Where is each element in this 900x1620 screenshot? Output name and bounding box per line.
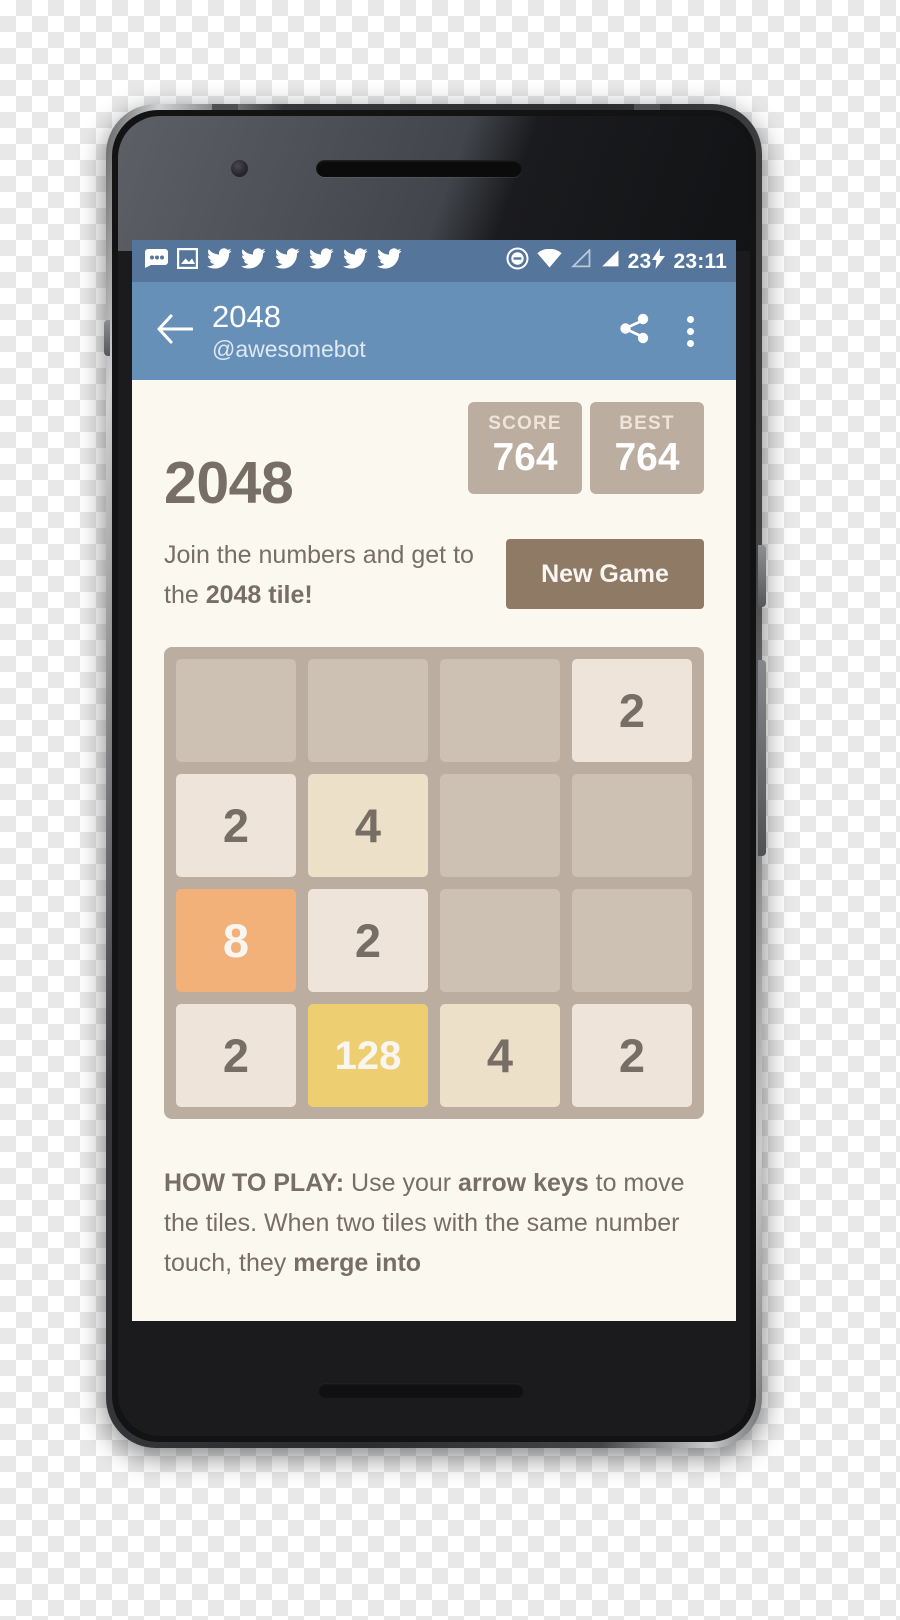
board-cell-r1c3[interactable] xyxy=(572,774,692,877)
game-title: 2048 xyxy=(164,450,294,516)
twitter-icon xyxy=(309,248,334,274)
best-value: 764 xyxy=(614,436,680,479)
best-label: BEST xyxy=(619,413,675,434)
board-cell-r1c2[interactable] xyxy=(440,774,560,877)
left-side-button[interactable] xyxy=(104,320,110,356)
image-icon xyxy=(176,247,199,274)
app-bar-title: 2048 xyxy=(212,299,281,334)
game-board-wrapper: 2 2 4 8 2 2 128 4 2 xyxy=(132,615,736,1119)
lightning-bolt-icon xyxy=(652,248,666,274)
status-bar-system-icons: 23 23:11 xyxy=(506,247,727,275)
game-intro-row: Join the numbers and get to the 2048 til… xyxy=(132,513,736,615)
game-board[interactable]: 2 2 4 8 2 2 128 4 2 xyxy=(164,647,704,1119)
glass-reflection xyxy=(118,116,750,251)
board-cell-r0c0[interactable] xyxy=(176,659,296,762)
game-heading-row: 2048 SCORE 764 BEST 764 xyxy=(132,402,736,513)
status-bar: 23 23:11 xyxy=(132,240,736,282)
how-to-play-text: HOW TO PLAY: Use your arrow keys to move… xyxy=(132,1119,736,1283)
board-cell-r0c2[interactable] xyxy=(440,659,560,762)
back-arrow-icon xyxy=(156,313,194,349)
score-value: 764 xyxy=(492,436,558,479)
phone-screen: 23 23:11 2048 @awesomebot 2048 SCORE 764… xyxy=(132,240,736,1321)
battery-status: 23 xyxy=(628,248,666,274)
twitter-icon xyxy=(275,248,300,274)
game-tagline: Join the numbers and get to the 2048 til… xyxy=(164,535,506,615)
board-cell-r1c0[interactable]: 2 xyxy=(176,774,296,877)
overflow-menu-icon xyxy=(686,315,694,347)
messages-icon xyxy=(145,249,168,273)
wifi-icon xyxy=(537,248,562,273)
how-to-play-text-a: Use your xyxy=(344,1169,459,1197)
back-button[interactable] xyxy=(146,303,202,359)
best-score-box: BEST 764 xyxy=(590,402,704,494)
board-cell-r0c1[interactable] xyxy=(308,659,428,762)
app-bar-titles: 2048 @awesomebot xyxy=(202,299,606,363)
overflow-menu-button[interactable] xyxy=(662,303,718,359)
board-cell-r3c3[interactable]: 2 xyxy=(572,1004,692,1107)
status-bar-clock: 23:11 xyxy=(673,249,727,273)
how-to-play-bold-a: arrow keys xyxy=(458,1169,589,1197)
how-to-play-lead: HOW TO PLAY: xyxy=(164,1169,345,1197)
twitter-icon xyxy=(241,248,266,274)
board-cell-r2c1[interactable]: 2 xyxy=(308,889,428,992)
board-cell-r3c1[interactable]: 128 xyxy=(308,1004,428,1107)
battery-percent-label: 23 xyxy=(627,249,652,273)
signal-empty-icon xyxy=(570,248,591,273)
score-box: SCORE 764 xyxy=(468,402,582,494)
game-content: 2048 SCORE 764 BEST 764 Join the numbers… xyxy=(132,380,736,1321)
board-cell-r0c3[interactable]: 2 xyxy=(572,659,692,762)
board-cell-r1c1[interactable]: 4 xyxy=(308,774,428,877)
earpiece-speaker xyxy=(316,160,522,177)
app-bar: 2048 @awesomebot xyxy=(132,282,736,380)
score-container: SCORE 764 BEST 764 xyxy=(468,402,704,494)
signal-full-icon xyxy=(599,249,620,273)
do-not-disturb-icon xyxy=(506,247,529,275)
board-cell-r2c2[interactable] xyxy=(440,889,560,992)
power-button[interactable] xyxy=(758,545,766,607)
twitter-icon xyxy=(343,248,368,274)
how-to-play-bold-b: merge into xyxy=(293,1249,422,1277)
twitter-icon xyxy=(377,248,402,274)
volume-button[interactable] xyxy=(758,660,766,856)
board-cell-r3c0[interactable]: 2 xyxy=(176,1004,296,1107)
twitter-icon xyxy=(207,248,232,274)
board-cell-r2c3[interactable] xyxy=(572,889,692,992)
tagline-bold: 2048 tile! xyxy=(205,581,313,609)
score-label: SCORE xyxy=(488,413,562,434)
share-icon xyxy=(618,312,651,350)
bottom-speaker xyxy=(318,1383,524,1398)
front-camera xyxy=(231,160,248,177)
page-root: 23 23:11 2048 @awesomebot 2048 SCORE 764… xyxy=(0,0,900,1620)
app-bar-subtitle: @awesomebot xyxy=(212,336,366,362)
status-bar-notification-icons xyxy=(145,247,506,274)
board-cell-r2c0[interactable]: 8 xyxy=(176,889,296,992)
share-button[interactable] xyxy=(606,303,662,359)
new-game-button[interactable]: New Game xyxy=(506,539,704,609)
board-cell-r3c2[interactable]: 4 xyxy=(440,1004,560,1107)
